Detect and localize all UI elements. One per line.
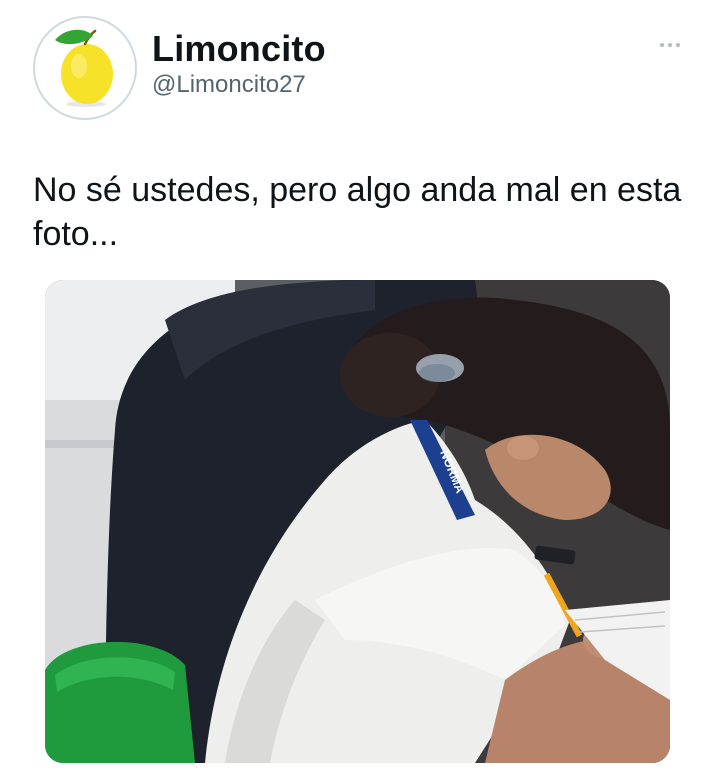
author-handle[interactable]: @Limoncito27 <box>152 71 306 99</box>
author-display-name[interactable]: Limoncito <box>152 28 326 70</box>
tweet-text: No sé ustedes, pero algo anda mal en est… <box>33 171 682 253</box>
lemon-icon <box>55 29 113 107</box>
profile-avatar[interactable] <box>33 16 137 120</box>
photo-illustration: NORMA <box>45 280 670 763</box>
tweet-photo[interactable]: NORMA <box>45 280 670 763</box>
more-options-icon <box>660 43 664 47</box>
more-options-button[interactable] <box>652 34 688 56</box>
